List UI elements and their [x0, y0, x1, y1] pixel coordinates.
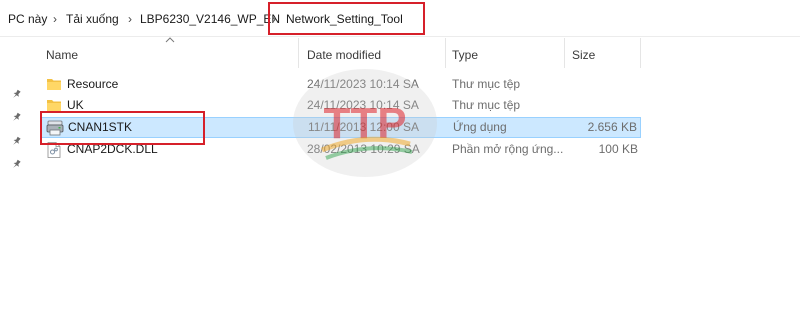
address-bar[interactable]: PC này › Tải xuống › LBP6230_V2146_WP_EN… — [0, 0, 800, 36]
file-name: Resource — [67, 77, 119, 91]
column-divider[interactable] — [640, 38, 641, 68]
column-header-type[interactable]: Type — [452, 46, 478, 64]
pin-icon[interactable] — [11, 159, 22, 170]
column-divider[interactable] — [298, 38, 299, 68]
breadcrumb-separator-icon[interactable]: › — [53, 11, 57, 27]
navigation-pane[interactable] — [0, 37, 34, 313]
file-type: Thư mục tệp — [452, 98, 521, 112]
pin-icon[interactable] — [11, 89, 22, 100]
highlight-box-file — [40, 111, 205, 145]
file-date: 24/11/2023 10:14 SA — [307, 77, 419, 91]
file-date: 28/02/2013 10:29 SA — [307, 142, 420, 156]
column-divider[interactable] — [564, 38, 565, 68]
column-header-date-modified[interactable]: Date modified — [307, 46, 381, 64]
pin-icon[interactable] — [11, 136, 22, 147]
sort-ascending-icon — [165, 37, 175, 43]
breadcrumb-item-driver-folder[interactable]: LBP6230_V2146_WP_EN — [140, 11, 280, 27]
breadcrumb-separator-icon[interactable]: › — [128, 11, 132, 27]
highlight-box-breadcrumb — [268, 2, 425, 35]
breadcrumb-item-this-pc[interactable]: PC này — [8, 11, 47, 27]
file-date: 11/11/2013 12:00 SA — [308, 120, 419, 134]
folder-icon — [47, 79, 61, 90]
column-header-name[interactable]: Name — [46, 46, 78, 64]
file-type: Thư mục tệp — [452, 77, 521, 91]
pin-icon[interactable] — [11, 112, 22, 123]
folder-icon — [47, 100, 61, 111]
address-bar-divider — [0, 36, 800, 37]
file-type: Ứng dụng — [453, 120, 507, 134]
file-row-resource[interactable]: Resource 24/11/2023 10:14 SA Thư mục tệp — [40, 74, 641, 95]
file-type: Phần mở rộng ứng... — [452, 142, 564, 156]
file-size: 2.656 KB — [587, 120, 637, 134]
file-date: 24/11/2023 10:14 SA — [307, 98, 419, 112]
column-header-size[interactable]: Size — [572, 46, 595, 64]
breadcrumb-item-downloads[interactable]: Tải xuống — [66, 11, 119, 27]
file-size: 100 KB — [598, 142, 638, 156]
column-divider[interactable] — [445, 38, 446, 68]
